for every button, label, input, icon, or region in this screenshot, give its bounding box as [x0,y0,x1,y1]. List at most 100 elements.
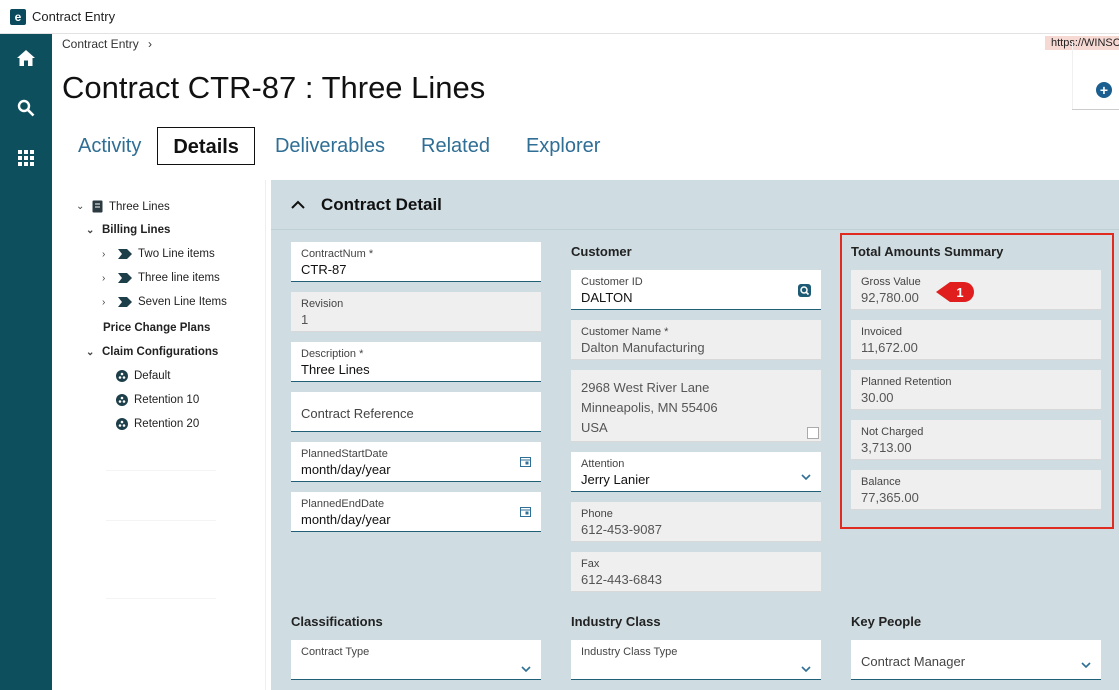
field-value: 92,780.00 [861,290,919,305]
contract-detail-header[interactable]: Contract Detail [271,180,1119,230]
tree-claim-configurations-label: Claim Configurations [102,346,219,358]
tree-divider [106,520,216,521]
gear-cluster-icon [116,418,128,430]
header-rule [1072,109,1119,110]
customer-id-field[interactable]: Customer ID DALTON [571,270,821,310]
tree-billing-item[interactable]: › Seven Line Items [102,296,227,308]
contract-manager-dropdown[interactable]: Contract Manager [851,640,1101,680]
gear-cluster-icon [116,370,128,382]
contract-reference-field[interactable]: Contract Reference [291,392,541,432]
field-label: Contract Type [301,646,370,658]
phone-field: Phone 612-453-9087 [571,502,821,542]
tree-billing-lines-label: Billing Lines [102,224,171,236]
field-label: PlannedEndDate [301,498,385,510]
tree-billing-item-label: Two Line items [138,248,215,260]
customer-heading: Customer [571,244,632,259]
tree-price-change-plans[interactable]: Price Change Plans [103,322,210,334]
callout-badge-number: 1 [956,285,963,300]
chevron-down-icon[interactable] [1081,656,1091,674]
chevron-tag-icon [118,273,132,283]
tree-claim-item[interactable]: Retention 10 [116,394,199,406]
home-icon[interactable] [16,48,36,68]
contract-type-dropdown[interactable]: Contract Type [291,640,541,680]
field-label: ContractNum * [301,248,374,260]
chevron-up-icon[interactable] [291,197,307,213]
field-value: Jerry Lanier [581,472,650,487]
tab-details[interactable]: Details [157,127,255,165]
apps-grid-icon[interactable] [16,148,36,168]
planned-end-date-field[interactable]: PlannedEndDate month/day/year [291,492,541,532]
window-title: Contract Entry [32,9,116,24]
tree-claim-item-label: Retention 20 [134,418,200,430]
tab-deliverables[interactable]: Deliverables [259,127,401,165]
url-tooltip: https://WINSC [1045,36,1119,50]
field-label: Fax [581,558,600,570]
breadcrumb-separator: › [148,37,153,51]
field-label: Description * [301,348,364,360]
calendar-icon[interactable] [520,454,531,472]
chevron-right-icon[interactable]: › [102,273,112,284]
tab-activity[interactable]: Activity [62,127,157,165]
calendar-icon[interactable] [520,504,531,522]
gross-value-field: Gross Value 92,780.00 [851,270,1101,310]
tree-claim-configurations[interactable]: ⌄ Claim Configurations [86,346,218,358]
chevron-right-icon[interactable]: › [102,297,112,308]
field-value: 612-453-9087 [581,522,662,537]
tree-claim-item[interactable]: Retention 20 [116,418,199,430]
fax-field: Fax 612-443-6843 [571,552,821,592]
tree-divider [106,470,216,471]
tree-claim-item-label: Default [134,370,171,382]
tab-bar: Activity Details Deliverables Related Ex… [62,126,616,166]
search-icon[interactable] [16,98,36,118]
gear-cluster-icon [116,394,128,406]
field-label: Attention [581,458,625,470]
planned-start-date-field[interactable]: PlannedStartDate month/day/year [291,442,541,482]
field-value: 30.00 [861,390,894,405]
chevron-down-icon[interactable] [521,660,531,678]
tree-root[interactable]: ⌄ Three Lines [76,200,170,213]
tab-related[interactable]: Related [405,127,506,165]
tree-divider [106,598,216,599]
industry-class-type-dropdown[interactable]: Industry Class Type [571,640,821,680]
chevron-down-icon[interactable]: ⌄ [86,347,96,358]
description-field[interactable]: Description * Three Lines [291,342,541,382]
field-label: Industry Class Type [581,646,678,658]
chevron-right-icon[interactable]: › [102,249,112,260]
tree-billing-item-label: Seven Line Items [138,296,227,308]
field-label: Balance [861,476,901,488]
contract-detail-panel: Contract Detail ContractNum * CTR-87 Rev… [271,180,1119,690]
resize-handle-icon[interactable] [807,427,819,439]
tree-billing-lines[interactable]: ⌄ Billing Lines [86,224,170,236]
chevron-down-icon[interactable] [801,660,811,678]
chevron-tag-icon [118,249,132,259]
field-label: Customer Name * [581,326,669,338]
field-value: month/day/year [301,462,391,477]
tree-billing-item[interactable]: › Three line items [102,272,220,284]
field-label: Planned Retention [861,376,952,388]
chevron-down-icon[interactable]: ⌄ [76,201,86,212]
key-people-heading: Key People [851,614,922,629]
breadcrumb-item[interactable]: Contract Entry [62,37,139,51]
chevron-down-icon[interactable] [801,468,811,486]
customer-name-field: Customer Name * Dalton Manufacturing [571,320,821,360]
balance-field: Balance 77,365.00 [851,470,1101,510]
tree-claim-item[interactable]: Default [116,370,170,382]
chevron-down-icon[interactable]: ⌄ [86,225,96,236]
field-label: Customer ID [581,276,643,288]
field-label: Not Charged [861,426,924,438]
contract-num-field[interactable]: ContractNum * CTR-87 [291,242,541,282]
tab-explorer[interactable]: Explorer [510,127,616,165]
address-line: Minneapolis, MN 55406 [581,400,718,415]
attention-dropdown[interactable]: Attention Jerry Lanier [571,452,821,492]
breadcrumb: Contract Entry › [62,37,152,51]
field-value: Dalton Manufacturing [581,340,705,355]
field-value: 3,713.00 [861,440,912,455]
book-icon [92,200,103,213]
tree-billing-item[interactable]: › Two Line items [102,248,215,260]
invoiced-field: Invoiced 11,672.00 [851,320,1101,360]
page-title: Contract CTR-87 : Three Lines [62,70,486,105]
field-value: CTR-87 [301,262,347,277]
classifications-heading: Classifications [291,614,383,629]
lookup-search-icon[interactable] [798,284,811,302]
add-button[interactable]: + [1096,82,1112,98]
